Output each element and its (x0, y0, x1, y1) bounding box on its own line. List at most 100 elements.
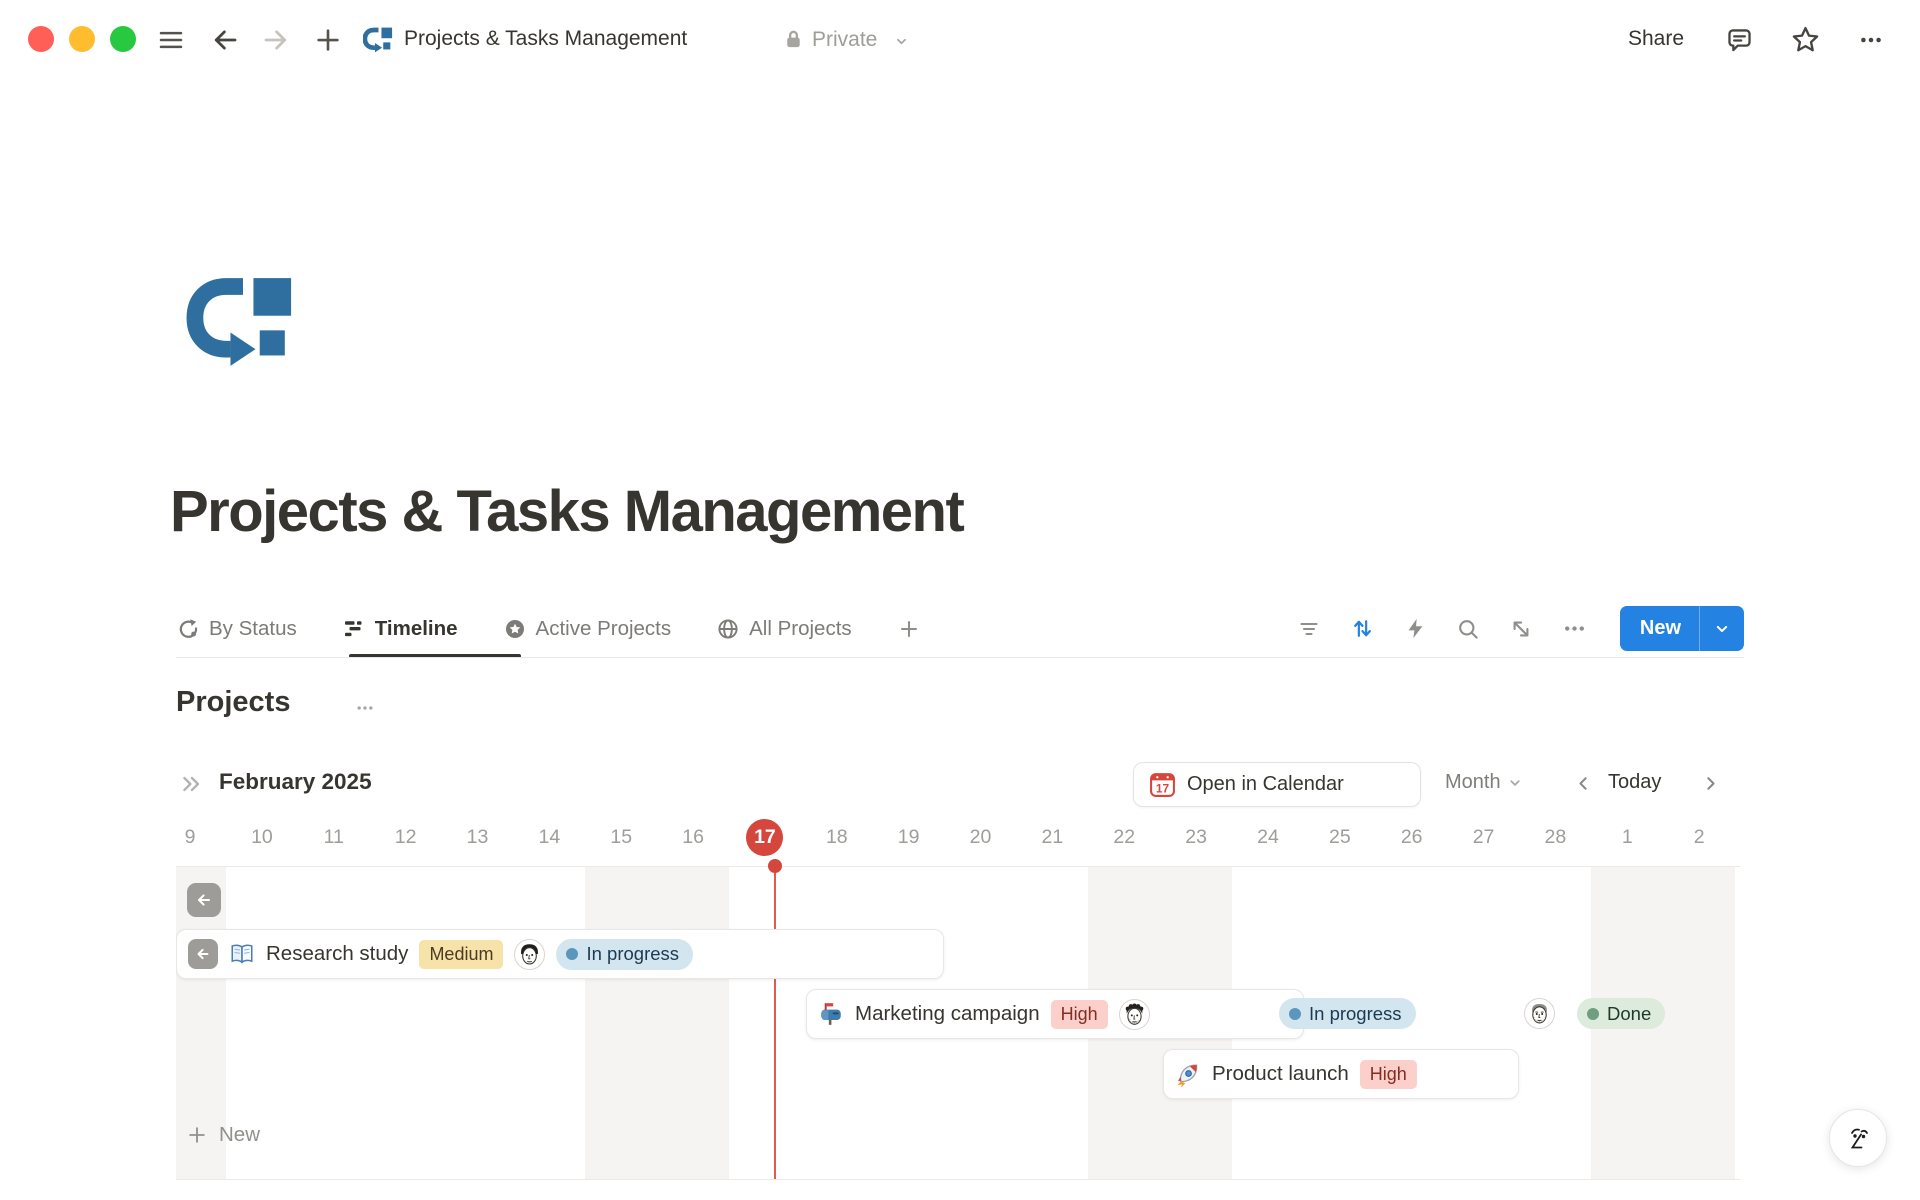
filter-button[interactable] (1297, 617, 1321, 641)
day-label: 11 (298, 808, 370, 866)
scale-value: Month (1445, 771, 1501, 794)
status-pill: In progress (556, 939, 693, 970)
priority-badge: High (1051, 1000, 1108, 1029)
timeline-bar-research-study[interactable]: Research study Medium In progress (176, 929, 944, 979)
sort-arrows-icon (1350, 616, 1375, 641)
priority-badge: Medium (419, 940, 503, 969)
notion-ai-button[interactable] (1829, 1109, 1887, 1167)
plus-icon (186, 1124, 208, 1146)
search-button[interactable] (1456, 617, 1480, 641)
window-minimize-button[interactable] (69, 26, 95, 52)
item-name: Marketing campaign (855, 1002, 1040, 1026)
day-label: 22 (1088, 808, 1160, 866)
add-view-button[interactable] (897, 617, 921, 641)
page-title: Projects & Tasks Management (170, 478, 963, 545)
privacy-label[interactable]: Private (812, 28, 877, 52)
open-book-emoji (229, 941, 255, 967)
tab-label: Timeline (375, 617, 458, 641)
status-label: Done (1607, 1003, 1651, 1025)
blue-logo-icon (184, 276, 302, 368)
timeline-bar-product-launch[interactable]: Product launch High (1163, 1049, 1519, 1099)
timeline-bar-marketing-campaign[interactable]: Marketing campaign High (806, 989, 1304, 1039)
tab-label: By Status (209, 617, 297, 641)
new-row-label: New (219, 1123, 260, 1147)
today-button[interactable]: Today (1608, 771, 1661, 794)
weekend-band (1663, 867, 1735, 1179)
tab-all-projects[interactable]: All Projects (716, 617, 852, 641)
status-pill: Done (1577, 998, 1665, 1029)
database-options-button[interactable] (352, 698, 378, 718)
timeline-scale-dropdown[interactable]: Month (1445, 771, 1524, 794)
sort-button[interactable] (1350, 616, 1375, 641)
sidebar-menu-button[interactable] (156, 25, 186, 55)
next-month-button[interactable] (1700, 773, 1721, 794)
prev-month-button[interactable] (1573, 773, 1594, 794)
automations-button[interactable] (1404, 617, 1427, 640)
assignee-avatar (1524, 998, 1555, 1029)
hamburger-icon (156, 25, 186, 55)
day-label: 25 (1304, 808, 1376, 866)
chevron-left-icon (1573, 773, 1594, 794)
scroll-to-start-button[interactable] (188, 939, 218, 969)
expand-diagonal-icon (1509, 617, 1533, 641)
collapse-sidebar-chevrons-button[interactable] (179, 771, 205, 797)
window-zoom-button[interactable] (110, 26, 136, 52)
window-titlebar: Projects & Tasks Management Private Shar… (0, 0, 1920, 80)
today-marker-dot (768, 859, 782, 873)
chevron-down-icon (1506, 774, 1524, 792)
chevron-down-icon (1712, 619, 1732, 639)
status-loop-icon (176, 617, 200, 641)
arrow-left-icon (194, 890, 214, 910)
month-label[interactable]: February 2025 (219, 769, 372, 795)
svg-text:17: 17 (1156, 781, 1170, 795)
item-name: Research study (266, 942, 408, 966)
day-label-today: 17 (729, 808, 801, 866)
expand-button[interactable] (1509, 617, 1533, 641)
assignee-avatar (514, 939, 545, 970)
day-label: 28 (1519, 808, 1591, 866)
day-label: 14 (513, 808, 585, 866)
chevron-right-icon (1700, 773, 1721, 794)
day-label: 9 (154, 808, 226, 866)
day-label: 16 (657, 808, 729, 866)
new-record-button[interactable]: New (1620, 617, 1699, 640)
day-label: 20 (945, 808, 1017, 866)
tab-active-projects[interactable]: Active Projects (503, 617, 672, 641)
more-options-button[interactable] (1856, 27, 1886, 53)
breadcrumb-page-title[interactable]: Projects & Tasks Management (404, 27, 687, 51)
day-label: 24 (1232, 808, 1304, 866)
nav-back-button[interactable] (210, 25, 240, 55)
arrow-left-icon (194, 945, 212, 963)
day-label: 27 (1448, 808, 1520, 866)
new-tab-button[interactable] (313, 25, 343, 55)
status-dot (1289, 1008, 1301, 1020)
tab-timeline[interactable]: Timeline (342, 617, 458, 641)
scroll-to-earlier-item-button[interactable] (187, 883, 221, 917)
share-button[interactable]: Share (1628, 27, 1684, 51)
view-options-button[interactable] (1562, 616, 1587, 641)
timeline-day-row: 9101112131415161718192021222324252627281… (176, 808, 1740, 866)
timeline-body: Research study Medium In progress (176, 866, 1740, 1180)
weekend-band (657, 867, 729, 1179)
day-label: 2 (1663, 808, 1735, 866)
view-tabs: By Status Timeline Active Projects (176, 600, 966, 657)
tab-by-status[interactable]: By Status (176, 617, 297, 641)
status-pill: In progress (1279, 998, 1416, 1029)
mailbox-emoji (818, 1001, 844, 1027)
ellipsis-icon (352, 698, 378, 718)
comments-button[interactable] (1725, 25, 1754, 54)
forward-arrow-icon (261, 25, 291, 55)
calendar-17-icon: 17 (1149, 771, 1176, 798)
tabs-divider (176, 657, 1744, 658)
new-timeline-item-button[interactable]: New (186, 1113, 260, 1157)
favorite-button[interactable] (1790, 24, 1821, 55)
day-label: 10 (226, 808, 298, 866)
nav-forward-button[interactable] (261, 25, 291, 55)
blue-logo-icon (363, 27, 394, 53)
window-close-button[interactable] (28, 26, 54, 52)
rocket-emoji (1175, 1061, 1201, 1087)
lock-icon (782, 28, 805, 51)
open-in-calendar-button[interactable]: 17 Open in Calendar (1133, 762, 1421, 807)
new-record-dropdown-button[interactable] (1700, 619, 1744, 639)
page-icon[interactable] (184, 276, 302, 368)
